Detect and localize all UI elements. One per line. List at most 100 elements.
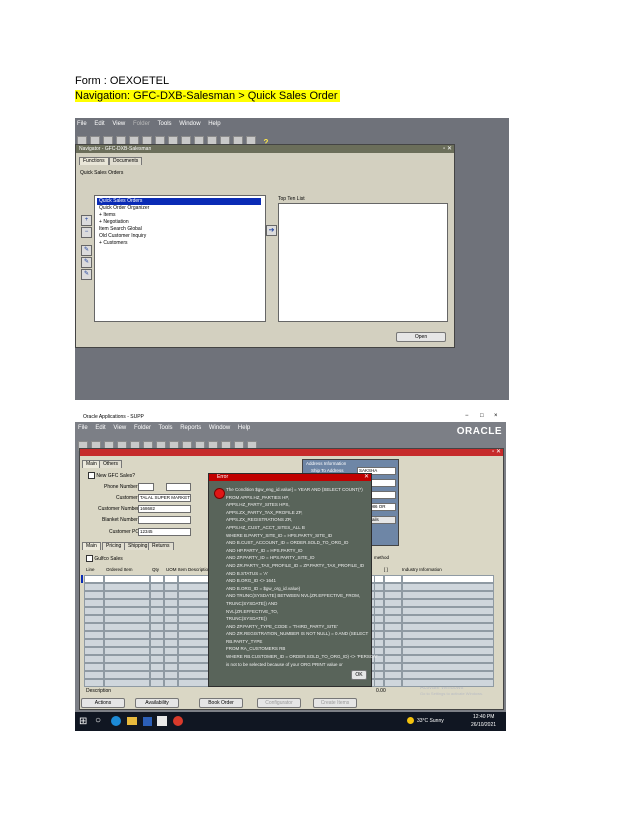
customer-input[interactable]: TALAL SUPER MARKET xyxy=(138,494,191,502)
grid-cell[interactable] xyxy=(150,575,164,583)
grid-cell[interactable] xyxy=(384,607,402,615)
grid-cell[interactable] xyxy=(164,639,178,647)
grid-cell[interactable] xyxy=(402,599,494,607)
function-list-item[interactable]: + Customers xyxy=(97,240,261,247)
minimize-icon[interactable]: − xyxy=(465,413,469,419)
grid-cell[interactable] xyxy=(384,639,402,647)
grid-cell[interactable] xyxy=(402,583,494,591)
grid-cell[interactable] xyxy=(164,591,178,599)
grid-cell[interactable] xyxy=(150,647,164,655)
tab-functions[interactable]: Functions xyxy=(79,157,109,165)
grid-cell[interactable] xyxy=(150,663,164,671)
menu-file-2[interactable]: File xyxy=(78,425,88,431)
grid-cell[interactable] xyxy=(402,647,494,655)
function-list-item[interactable]: + Negotiation xyxy=(97,219,261,226)
maximize-icon[interactable]: □ xyxy=(480,413,484,419)
grid-cell[interactable] xyxy=(150,623,164,631)
grid-cell[interactable] xyxy=(84,679,104,687)
grid-cell[interactable] xyxy=(164,655,178,663)
grid-cell[interactable] xyxy=(104,631,150,639)
grid-cell[interactable] xyxy=(150,599,164,607)
grid-cell[interactable] xyxy=(104,647,150,655)
grid-cell[interactable] xyxy=(402,607,494,615)
grid-cell[interactable] xyxy=(374,679,384,687)
grid-cell[interactable] xyxy=(84,631,104,639)
actions-button[interactable]: Actions xyxy=(81,698,125,708)
grid-cell[interactable] xyxy=(84,663,104,671)
function-list-item[interactable]: + Items xyxy=(97,212,261,219)
grid-cell[interactable] xyxy=(164,663,178,671)
grid-cell[interactable] xyxy=(104,599,150,607)
gulfco-sales-checkbox[interactable]: Gulfco Sales xyxy=(86,555,123,562)
grid-cell[interactable] xyxy=(104,575,150,583)
search-icon[interactable]: ○ xyxy=(95,715,101,726)
grid-cell[interactable] xyxy=(384,679,402,687)
grid-cell[interactable] xyxy=(150,639,164,647)
grid-cell[interactable] xyxy=(84,639,104,647)
grid-cell[interactable] xyxy=(84,575,104,583)
grid-cell[interactable] xyxy=(104,655,150,663)
grid-cell[interactable] xyxy=(384,631,402,639)
grid-cell[interactable] xyxy=(84,583,104,591)
grid-cell[interactable] xyxy=(402,671,494,679)
menu-tools-2[interactable]: Tools xyxy=(159,425,173,431)
menu-window-2[interactable]: Window xyxy=(209,425,230,431)
chrome-icon[interactable] xyxy=(173,716,183,726)
expand-icon[interactable]: + xyxy=(81,215,92,226)
blanket-input[interactable] xyxy=(138,516,191,524)
grid-cell[interactable] xyxy=(384,655,402,663)
tab-main[interactable]: Main xyxy=(82,542,101,550)
grid-cell[interactable] xyxy=(104,623,150,631)
create-items-button[interactable]: Create Items xyxy=(313,698,357,708)
grid-cell[interactable] xyxy=(164,615,178,623)
grid-cell[interactable] xyxy=(84,671,104,679)
grid-cell[interactable] xyxy=(402,639,494,647)
close-icon[interactable]: × xyxy=(494,413,498,419)
menu-help-2[interactable]: Help xyxy=(238,425,250,431)
grid-cell[interactable] xyxy=(104,639,150,647)
grid-cell[interactable] xyxy=(164,647,178,655)
grid-cell[interactable] xyxy=(402,615,494,623)
grid-cell[interactable] xyxy=(384,647,402,655)
collapse-icon[interactable]: − xyxy=(81,227,92,238)
menu-edit[interactable]: Edit xyxy=(94,121,104,127)
grid-cell[interactable] xyxy=(384,623,402,631)
grid-cell[interactable] xyxy=(104,671,150,679)
configurator-button[interactable]: Configurator xyxy=(257,698,301,708)
function-list-item[interactable]: Old Customer Inquiry xyxy=(97,233,261,240)
phone-input[interactable] xyxy=(138,483,154,491)
top-ten-list[interactable] xyxy=(278,203,448,322)
grid-cell[interactable] xyxy=(402,679,494,687)
grid-cell[interactable] xyxy=(164,623,178,631)
grid-cell[interactable] xyxy=(104,679,150,687)
expand-all-icon[interactable]: ✎ xyxy=(81,257,92,268)
grid-cell[interactable] xyxy=(402,623,494,631)
grid-cell[interactable] xyxy=(84,615,104,623)
tab-others-top[interactable]: Others xyxy=(99,460,123,468)
menu-view[interactable]: View xyxy=(112,121,125,127)
grid-cell[interactable] xyxy=(384,583,402,591)
grid-cell[interactable] xyxy=(164,679,178,687)
menu-tools[interactable]: Tools xyxy=(158,121,172,127)
grid-cell[interactable] xyxy=(164,583,178,591)
new-gfc-sales-checkbox[interactable]: New GFC Sales? xyxy=(88,472,135,479)
menu-edit-2[interactable]: Edit xyxy=(95,425,105,431)
availability-button[interactable]: Availability xyxy=(135,698,179,708)
expand-branch-icon[interactable]: ✎ xyxy=(81,245,92,256)
grid-cell[interactable] xyxy=(84,647,104,655)
phone-ext-input[interactable] xyxy=(166,483,191,491)
grid-cell[interactable] xyxy=(384,599,402,607)
menu-folder-2[interactable]: Folder xyxy=(134,425,151,431)
grid-cell[interactable] xyxy=(150,583,164,591)
store-icon[interactable] xyxy=(143,717,152,726)
error-ok-button[interactable]: OK xyxy=(351,670,367,680)
app-icon[interactable] xyxy=(157,716,167,726)
collapse-all-icon[interactable]: ✎ xyxy=(81,269,92,280)
add-to-top-ten-arrow-icon[interactable]: ➔ xyxy=(266,225,277,236)
grid-cell[interactable] xyxy=(164,599,178,607)
grid-cell[interactable] xyxy=(84,607,104,615)
customer-number-input[interactable]: 168682 xyxy=(138,505,191,513)
edge-icon[interactable] xyxy=(111,716,121,726)
grid-cell[interactable] xyxy=(374,671,384,679)
menu-help[interactable]: Help xyxy=(208,121,220,127)
